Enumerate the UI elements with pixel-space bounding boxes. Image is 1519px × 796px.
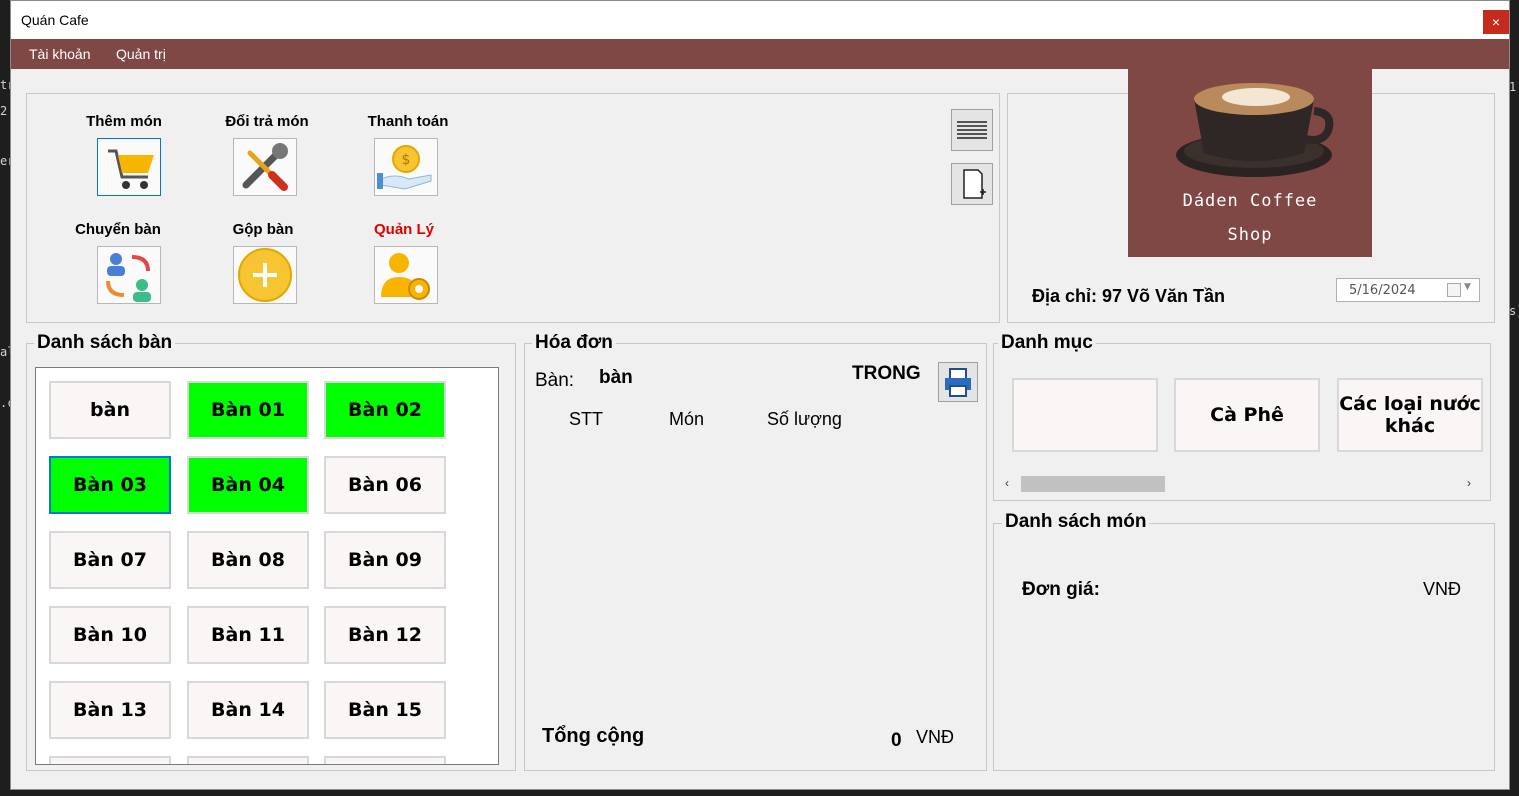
window-title: Quán Cafe — [21, 12, 89, 28]
print-button[interactable] — [938, 362, 978, 402]
table-button[interactable]: Bàn 11 — [187, 606, 309, 664]
printer-icon — [945, 368, 971, 397]
table-button[interactable]: Bàn 13 — [49, 681, 171, 739]
menu-account[interactable]: Tài khoản — [29, 46, 90, 62]
return-item-label: Đổi trả món — [225, 113, 309, 130]
table-button[interactable]: Bàn 03 — [49, 456, 171, 514]
date-value: 5/16/2024 — [1349, 283, 1416, 298]
chevron-down-icon[interactable]: ▼ — [1464, 282, 1471, 292]
new-page-icon — [963, 169, 986, 199]
tools-icon — [242, 143, 288, 191]
coin-hand-icon: $ — [377, 145, 432, 190]
invoice-table-value: bàn — [599, 367, 633, 388]
user-gear-icon — [381, 253, 430, 300]
table-button-partial[interactable] — [187, 756, 309, 764]
scroll-thumb[interactable] — [1021, 476, 1165, 492]
category-blank[interactable] — [1012, 378, 1158, 452]
shop-logo: Dáden Coffee Shop — [1128, 69, 1372, 257]
menu-list-group — [993, 523, 1495, 771]
table-button[interactable]: Bàn 09 — [324, 531, 446, 589]
payment-button[interactable]: $ — [374, 138, 438, 196]
list-button[interactable] — [951, 109, 993, 151]
move-table-button[interactable] — [97, 246, 161, 304]
date-picker[interactable]: 5/16/2024 ▼ — [1336, 278, 1480, 302]
total-value: 0 — [891, 730, 902, 751]
merge-table-button[interactable] — [233, 246, 297, 304]
price-currency: VNĐ — [1423, 579, 1462, 599]
swap-people-icon — [106, 253, 151, 302]
background-fragment: 2 — [0, 104, 8, 118]
plus-circle-icon — [238, 248, 292, 302]
column-stt: STT — [569, 409, 603, 429]
coffee-cup-icon — [1176, 83, 1334, 177]
invoice-group — [524, 343, 987, 771]
invoice-status: TRONG — [852, 363, 921, 384]
shop-name: Dáden Coffee — [1182, 191, 1318, 211]
table-list: bàn Bàn 01 Bàn 02 Bàn 03 Bàn 04 Bàn 06 Bàn 07 B… — [35, 367, 499, 765]
add-item-label: Thêm món — [86, 113, 162, 130]
tables-title: Danh sách bàn — [34, 332, 176, 354]
return-item-button[interactable] — [233, 138, 297, 196]
table-button[interactable]: Bàn 04 — [187, 456, 309, 514]
shopping-cart-icon — [108, 149, 154, 189]
table-button[interactable]: Bàn 02 — [324, 381, 446, 439]
move-table-label: Chuyển bàn — [75, 221, 161, 238]
add-item-button[interactable] — [97, 138, 161, 196]
manage-label: Quản Lý — [373, 221, 434, 238]
table-button[interactable]: Bàn 07 — [49, 531, 171, 589]
svg-text:$: $ — [402, 152, 411, 168]
total-currency: VNĐ — [916, 727, 955, 747]
shop-sub: Shop — [1227, 225, 1273, 245]
scroll-right-icon[interactable]: › — [1467, 476, 1471, 490]
invoice-table-label: Bàn: — [535, 370, 575, 391]
price-label: Đơn giá: — [1022, 579, 1100, 600]
merge-table-label: Gộp bàn — [232, 221, 294, 238]
category-other-drinks[interactable]: Các loại nước khác — [1337, 378, 1483, 452]
table-button[interactable]: Bàn 01 — [187, 381, 309, 439]
menu-bar: Tài khoản Quản trị — [11, 39, 1509, 69]
category-coffee[interactable]: Cà Phê — [1174, 378, 1320, 452]
manage-button[interactable] — [374, 246, 438, 304]
table-button[interactable]: Bàn 12 — [324, 606, 446, 664]
menu-list-title: Danh sách món — [1002, 511, 1150, 533]
scroll-left-icon[interactable]: ‹ — [1005, 476, 1009, 490]
payment-label: Thanh toán — [367, 113, 449, 130]
table-button[interactable]: bàn — [49, 381, 171, 439]
table-button[interactable]: Bàn 15 — [324, 681, 446, 739]
table-button-partial[interactable] — [324, 756, 446, 764]
table-button[interactable]: Bàn 08 — [187, 531, 309, 589]
background-fragment: s) — [1509, 304, 1519, 318]
total-label: Tổng cộng — [542, 725, 645, 747]
table-button-partial[interactable] — [49, 756, 171, 764]
main-window: Quán Cafe × Tài khoản Quản trị Thêm món … — [10, 0, 1510, 790]
category-scrollbar[interactable]: ‹ › — [1001, 474, 1481, 494]
invoice-title: Hóa đơn — [532, 332, 616, 354]
title-bar: Quán Cafe × — [11, 1, 1509, 39]
table-button[interactable]: Bàn 06 — [324, 456, 446, 514]
table-button[interactable]: Bàn 14 — [187, 681, 309, 739]
categories-title: Danh mục — [998, 332, 1096, 354]
table-button[interactable]: Bàn 10 — [49, 606, 171, 664]
calendar-icon[interactable] — [1447, 283, 1461, 297]
menu-admin[interactable]: Quản trị — [116, 46, 166, 62]
list-icon — [957, 121, 987, 139]
close-button[interactable]: × — [1483, 10, 1509, 34]
background-fragment: 1 — [1509, 80, 1517, 94]
new-page-button[interactable] — [951, 163, 993, 205]
column-item: Món — [669, 409, 705, 429]
column-quantity: Số lượng — [767, 409, 842, 429]
shop-address: Địa chỉ: 97 Võ Văn Tần — [1032, 286, 1226, 306]
